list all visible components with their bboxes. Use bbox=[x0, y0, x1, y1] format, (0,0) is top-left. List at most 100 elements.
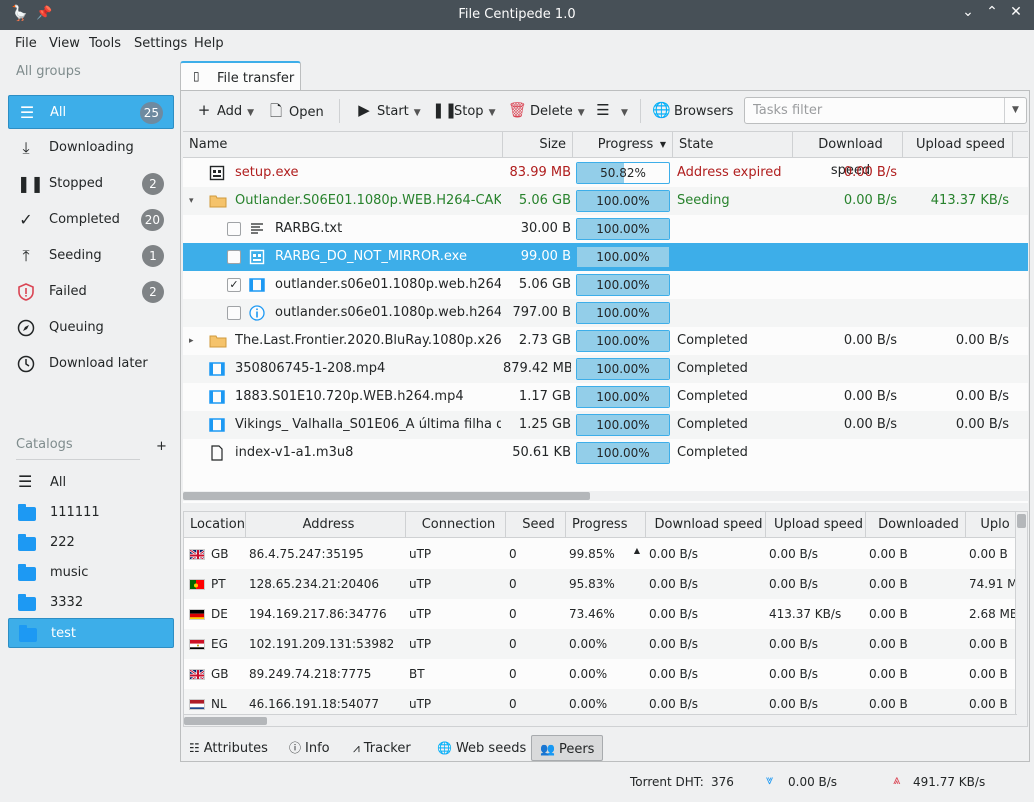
peers-vertical-scrollbar[interactable] bbox=[1015, 512, 1027, 726]
column-address[interactable]: Address bbox=[246, 512, 406, 538]
tab-info[interactable]: ⓘ Info bbox=[281, 735, 338, 761]
column-size[interactable]: Size bbox=[503, 132, 573, 158]
chevron-down-icon[interactable]: ▼ bbox=[489, 108, 496, 118]
catalog-item-111111[interactable]: 111111 bbox=[8, 498, 174, 528]
file-checkbox[interactable] bbox=[227, 222, 241, 236]
column-progress[interactable]: Progress ▲ bbox=[566, 512, 646, 555]
peers-horizontal-scrollbar[interactable] bbox=[184, 714, 1017, 726]
task-row[interactable]: setup.exe 83.99 MB 50.82% Address expired 0.… bbox=[183, 159, 1028, 187]
group-item-stopped[interactable]: ❚❚ Stopped 2 bbox=[8, 167, 174, 201]
group-label: Stopped bbox=[49, 176, 104, 191]
add-catalog-button[interactable]: + bbox=[156, 439, 167, 454]
group-item-downloading[interactable]: ⤓ Downloading bbox=[8, 131, 174, 165]
menu-tools[interactable]: Tools bbox=[89, 36, 121, 51]
expand-arrow-icon[interactable]: ▾ bbox=[189, 187, 194, 215]
expand-arrow-icon[interactable]: ▸ bbox=[189, 327, 194, 355]
task-size: 99.00 B bbox=[520, 249, 571, 264]
catalog-item-222[interactable]: 222 bbox=[8, 528, 174, 558]
attributes-icon: ☷ bbox=[189, 741, 200, 755]
delete-button[interactable]: 🗑 Delete ▼ bbox=[508, 101, 585, 121]
column-downloaded[interactable]: Downloaded bbox=[866, 512, 966, 538]
group-item-failed[interactable]: Failed 2 bbox=[8, 275, 174, 309]
scrollbar-thumb[interactable] bbox=[184, 717, 267, 725]
start-button[interactable]: ▶ Start ▼ bbox=[355, 101, 421, 121]
tab-tracker[interactable]: ⩘ Tracker bbox=[345, 735, 419, 761]
dht-label: Torrent DHT: bbox=[630, 775, 704, 789]
group-item-completed[interactable]: ✓ Completed 20 bbox=[8, 203, 174, 237]
count-badge: 20 bbox=[140, 209, 164, 231]
column-download-speed[interactable]: Download speed bbox=[646, 512, 766, 538]
scrollbar-thumb[interactable] bbox=[1017, 514, 1026, 528]
open-button[interactable]: 🗋 Open bbox=[267, 101, 324, 121]
column-state[interactable]: State bbox=[673, 132, 793, 158]
minimize-button[interactable]: ⌄ bbox=[958, 4, 978, 24]
catalog-item-music[interactable]: music bbox=[8, 558, 174, 588]
pause-icon: ❚❚ bbox=[432, 101, 458, 119]
chevron-down-icon[interactable]: ▼ bbox=[621, 108, 628, 118]
tasks-filter-combobox[interactable]: ▼ bbox=[744, 97, 1027, 124]
file-checkbox[interactable] bbox=[227, 306, 241, 320]
catalog-item-all[interactable]: ☰ All bbox=[8, 468, 174, 498]
column-progress[interactable]: Progress ▼ bbox=[573, 132, 673, 158]
task-row[interactable]: ✓ outlander.s06e01.1080p.web.h264-ca… 5.06… bbox=[183, 271, 1028, 299]
peer-row[interactable]: EG 102.191.209.131:53982 uTP 0 0.00% 0.00 B/s… bbox=[184, 629, 1027, 659]
column-name[interactable]: Name bbox=[183, 132, 503, 158]
folder-icon bbox=[19, 625, 37, 642]
peer-progress: 0.00% bbox=[569, 637, 608, 651]
menu-help[interactable]: Help bbox=[194, 36, 224, 51]
maximize-button[interactable]: ⌃ bbox=[982, 4, 1002, 24]
column-seed[interactable]: Seed bbox=[506, 512, 566, 538]
column-download-speed[interactable]: Download speed bbox=[793, 132, 903, 178]
more-menu-button[interactable]: ☰ ▼ bbox=[594, 101, 628, 121]
chevron-down-icon[interactable]: ▼ bbox=[1004, 98, 1026, 123]
peer-row[interactable]: GB 86.4.75.247:35195 uTP 0 99.85% 0.00 B/s 0.0… bbox=[184, 539, 1027, 569]
task-row[interactable]: Vikings_ Valhalla_S01E06_A última filha … bbox=[183, 411, 1028, 439]
group-item-all[interactable]: ☰ All 25 bbox=[8, 95, 174, 129]
stop-button[interactable]: ❚❚Stop ▼ bbox=[432, 101, 495, 121]
catalog-item-3332[interactable]: 3332 bbox=[8, 588, 174, 618]
task-row[interactable]: outlander.s06e01.1080p.web.h264-ca… 797.0… bbox=[183, 299, 1028, 327]
tab-attributes[interactable]: ☷ Attributes bbox=[181, 735, 276, 761]
browsers-button[interactable]: 🌐 Browsers bbox=[652, 101, 733, 121]
chevron-down-icon[interactable]: ▼ bbox=[414, 108, 421, 118]
task-row[interactable]: RARBG_DO_NOT_MIRROR.exe 99.00 B 100.00% bbox=[183, 243, 1028, 271]
catalog-item-test[interactable]: test bbox=[8, 618, 174, 648]
column-upload-speed[interactable]: Upload speed bbox=[903, 132, 1013, 158]
menu-file[interactable]: File bbox=[15, 36, 37, 51]
task-row[interactable]: 350806745-1-208.mp4 879.42 MB 100.00% Compl… bbox=[183, 355, 1028, 383]
group-item-queuing[interactable]: Queuing bbox=[8, 311, 174, 345]
task-row[interactable]: ▸ The.Last.Frontier.2020.BluRay.1080p.x26… bbox=[183, 327, 1028, 355]
task-row[interactable]: RARBG.txt 30.00 B 100.00% bbox=[183, 215, 1028, 243]
close-button[interactable]: ✕ bbox=[1006, 4, 1026, 24]
peer-row[interactable]: DE 194.169.217.86:34776 uTP 0 73.46% 0.00 B/s… bbox=[184, 599, 1027, 629]
task-row[interactable]: 1883.S01E10.720p.WEB.h264.mp4 1.17 GB 100.… bbox=[183, 383, 1028, 411]
menu-settings[interactable]: Settings bbox=[134, 36, 187, 51]
peer-download-speed: 0.00 B/s bbox=[649, 637, 699, 651]
add-button[interactable]: + Add ▼ bbox=[195, 101, 254, 121]
tasks-filter-input[interactable] bbox=[751, 102, 1001, 119]
tab-file-transfer[interactable]: ▯ File transfer bbox=[180, 61, 301, 91]
peer-row[interactable]: GB 89.249.74.218:7775 BT 0 0.00% 0.00 B/s 0.00… bbox=[184, 659, 1027, 689]
column-location[interactable]: Location bbox=[184, 512, 246, 538]
menu-view[interactable]: View bbox=[49, 36, 80, 51]
peer-downloaded: 0.00 B bbox=[869, 637, 908, 651]
column-uploaded[interactable]: Uplo bbox=[966, 512, 1018, 538]
column-upload-speed[interactable]: Upload speed bbox=[766, 512, 866, 538]
scrollbar-thumb[interactable] bbox=[183, 492, 590, 500]
group-item-download-later[interactable]: Download later bbox=[8, 347, 174, 381]
task-row[interactable]: index-v1-a1.m3u8 50.61 KB 100.00% Completed bbox=[183, 439, 1028, 467]
peer-address: 194.169.217.86:34776 bbox=[249, 607, 387, 621]
tasks-horizontal-scrollbar[interactable] bbox=[183, 491, 1028, 501]
tab-web-seeds[interactable]: 🌐 Web seeds bbox=[429, 735, 534, 761]
upload-icon: ⤒ bbox=[22, 246, 30, 265]
file-checkbox[interactable] bbox=[227, 250, 241, 264]
group-item-seeding[interactable]: ⤒ Seeding 1 bbox=[8, 239, 174, 273]
chevron-down-icon[interactable]: ▼ bbox=[247, 108, 254, 118]
column-connection[interactable]: Connection bbox=[406, 512, 506, 538]
chevron-down-icon[interactable]: ▼ bbox=[578, 108, 585, 118]
file-checkbox[interactable]: ✓ bbox=[227, 278, 241, 292]
text-file-icon bbox=[249, 221, 265, 237]
tab-peers[interactable]: 👥 Peers bbox=[531, 735, 604, 761]
peer-row[interactable]: PT 128.65.234.21:20406 uTP 0 95.83% 0.00 B/s 0… bbox=[184, 569, 1027, 599]
task-row[interactable]: ▾ Outlander.S06E01.1080p.WEB.H264-CAKES[r… bbox=[183, 187, 1028, 215]
